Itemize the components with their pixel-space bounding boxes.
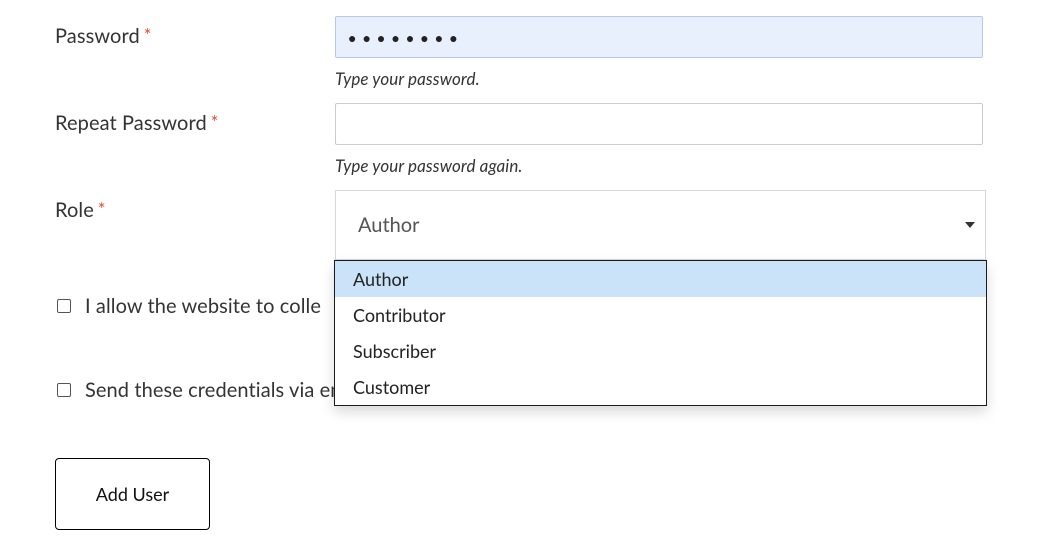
password-hint: Type your password.	[335, 68, 987, 89]
role-option-author[interactable]: Author	[335, 261, 986, 297]
role-input-col: Author Author Contributor Subscriber Cus…	[335, 190, 987, 260]
role-option-customer[interactable]: Customer	[335, 369, 986, 405]
password-field[interactable]: ●●●●●●●●	[335, 16, 983, 58]
repeat-password-hint: Type your password again.	[335, 155, 987, 176]
password-masked-value: ●●●●●●●●	[348, 30, 464, 46]
required-asterisk: *	[98, 198, 106, 220]
add-user-form: Password* ●●●●●●●● Type your password. R…	[0, 0, 1042, 530]
role-option-contributor[interactable]: Contributor	[335, 297, 986, 333]
repeat-password-row: Repeat Password* Type your password agai…	[55, 103, 987, 176]
role-select[interactable]: Author	[335, 190, 986, 260]
repeat-password-label-wrap: Repeat Password*	[55, 103, 335, 135]
role-option-subscriber[interactable]: Subscriber	[335, 333, 986, 369]
repeat-password-input-col: Type your password again.	[335, 103, 987, 176]
repeat-password-field[interactable]	[335, 103, 983, 145]
repeat-password-label: Repeat Password	[55, 111, 207, 135]
role-row: Role* Author Author Contributor Subscrib…	[55, 190, 987, 260]
send-email-checkbox[interactable]	[57, 383, 71, 397]
role-label-wrap: Role*	[55, 190, 335, 222]
add-user-button[interactable]: Add User	[55, 458, 210, 530]
required-asterisk: *	[211, 111, 219, 133]
chevron-down-icon	[965, 222, 975, 228]
password-label-wrap: Password*	[55, 16, 335, 48]
password-row: Password* ●●●●●●●● Type your password.	[55, 16, 987, 89]
required-asterisk: *	[144, 24, 152, 46]
consent-checkbox[interactable]	[57, 299, 71, 313]
consent-label: I allow the website to colle	[85, 294, 321, 318]
role-selected-value: Author	[358, 213, 419, 237]
role-label: Role	[55, 198, 94, 222]
password-input-col: ●●●●●●●● Type your password.	[335, 16, 987, 89]
password-label: Password	[55, 24, 140, 48]
role-dropdown: Author Contributor Subscriber Customer	[334, 260, 987, 406]
send-email-label: Send these credentials via email.	[85, 378, 371, 402]
